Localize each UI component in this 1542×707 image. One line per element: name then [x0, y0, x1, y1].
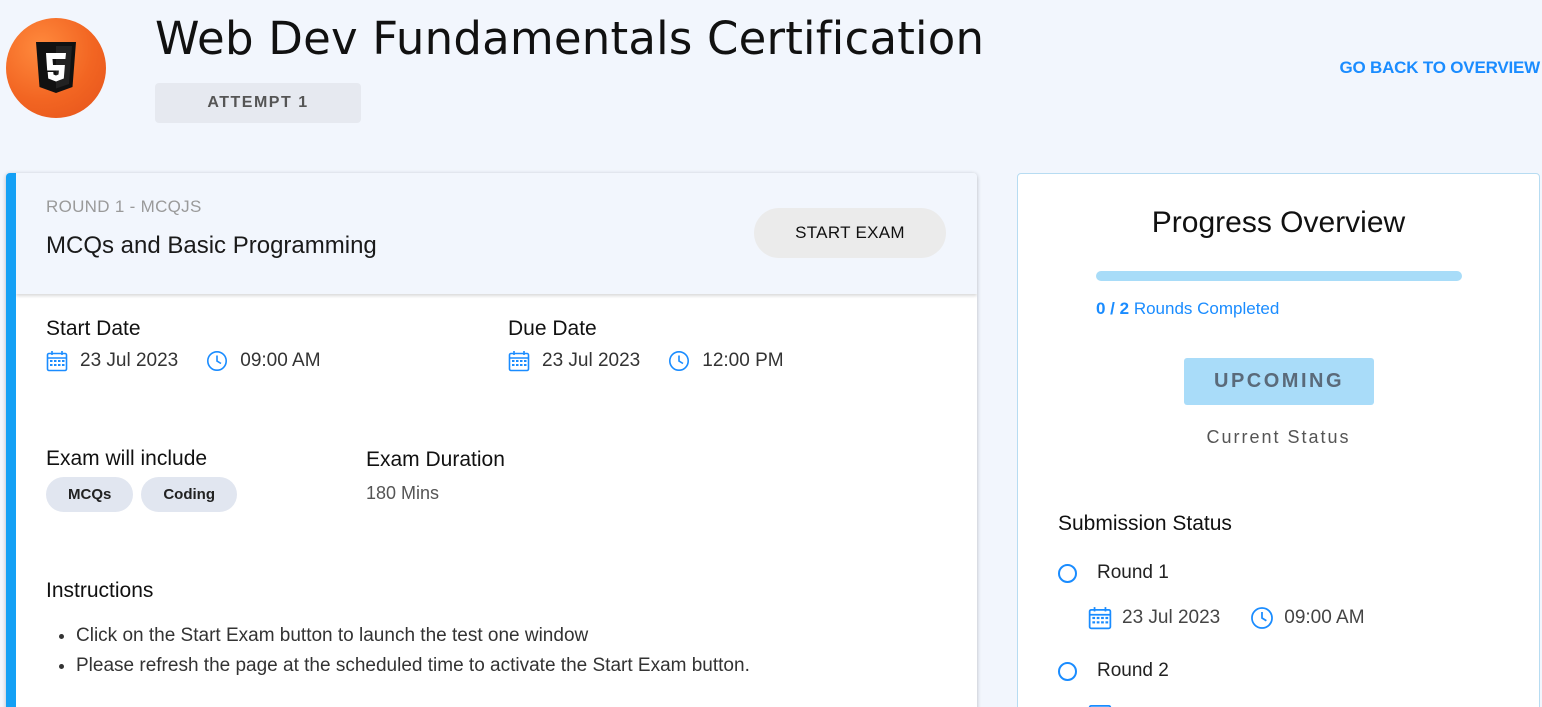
- submission-round-1-datetime: 23 Jul 2023 09:00 AM: [1088, 606, 1365, 630]
- instruction-item: Click on the Start Exam button to launch…: [76, 621, 750, 651]
- attempt-badge: ATTEMPT 1: [155, 83, 361, 123]
- progress-overview-panel: Progress Overview 0 / 2 Rounds Completed…: [1017, 173, 1540, 707]
- round-code: ROUND 1 - MCQJS: [46, 197, 202, 216]
- round-card-header: ROUND 1 - MCQJS MCQs and Basic Programmi…: [16, 173, 977, 294]
- clock-icon: [669, 351, 690, 371]
- exam-duration-label: Exam Duration: [366, 448, 505, 471]
- start-date-value: 23 Jul 2023: [80, 350, 179, 371]
- progress-bar: [1096, 271, 1462, 281]
- calendar-icon: [46, 351, 68, 372]
- due-date-value: 23 Jul 2023: [542, 350, 641, 371]
- round-name: MCQs and Basic Programming: [46, 232, 377, 259]
- clock-icon: [207, 351, 228, 371]
- start-exam-button[interactable]: START EXAM: [754, 208, 946, 258]
- start-datetime: 23 Jul 2023 09:00 AM: [46, 350, 321, 372]
- exam-include-label: Exam will include: [46, 447, 208, 470]
- instructions-label: Instructions: [46, 579, 154, 602]
- submission-round-2-datetime: [1088, 702, 1122, 707]
- round-status-radio: [1058, 563, 1077, 583]
- start-time-value: 09:00 AM: [240, 350, 321, 371]
- status-caption: Current Status: [1206, 427, 1351, 447]
- rounds-completed-suffix: Rounds Completed: [1129, 299, 1280, 318]
- clock-icon: [1251, 607, 1274, 629]
- include-chip-mcqs: MCQs: [46, 477, 134, 512]
- rounds-completed-count: 0 / 2: [1096, 299, 1130, 318]
- progress-title: Progress Overview: [1151, 206, 1406, 239]
- submission-round-time: 09:00 AM: [1284, 607, 1365, 628]
- html5-shield-icon: [36, 42, 76, 93]
- status-badge: UPCOMING: [1184, 358, 1374, 405]
- submission-round-date: 23 Jul 2023: [1122, 607, 1221, 628]
- due-time-value: 12:00 PM: [702, 350, 784, 371]
- rounds-completed-text: 0 / 2 Rounds Completed: [1096, 299, 1279, 319]
- submission-round-label: Round 1: [1097, 562, 1169, 583]
- submission-round-1: Round 1: [1058, 562, 1169, 584]
- start-date-label: Start Date: [46, 317, 141, 340]
- html5-icon: [6, 18, 106, 118]
- page-title: Web Dev Fundamentals Certification: [155, 12, 985, 65]
- submission-round-2: Round 2: [1058, 660, 1169, 682]
- submission-round-label: Round 2: [1097, 660, 1169, 681]
- due-date-label: Due Date: [508, 317, 597, 340]
- due-datetime: 23 Jul 2023 12:00 PM: [508, 350, 784, 372]
- instruction-item: Please refresh the page at the scheduled…: [76, 651, 750, 681]
- round-status-radio: [1058, 661, 1077, 681]
- calendar-icon: [508, 351, 530, 372]
- round-card: ROUND 1 - MCQJS MCQs and Basic Programmi…: [6, 173, 977, 707]
- go-back-to-overview-link[interactable]: GO BACK TO OVERVIEW: [1339, 58, 1540, 78]
- include-chip-coding: Coding: [141, 477, 237, 512]
- calendar-icon: [1088, 704, 1112, 707]
- exam-duration-value: 180 Mins: [366, 483, 440, 503]
- calendar-icon: [1088, 607, 1112, 630]
- submission-status-title: Submission Status: [1058, 512, 1232, 535]
- exam-include-chips: MCQs Coding: [46, 477, 237, 512]
- instructions-list: Click on the Start Exam button to launch…: [76, 621, 750, 681]
